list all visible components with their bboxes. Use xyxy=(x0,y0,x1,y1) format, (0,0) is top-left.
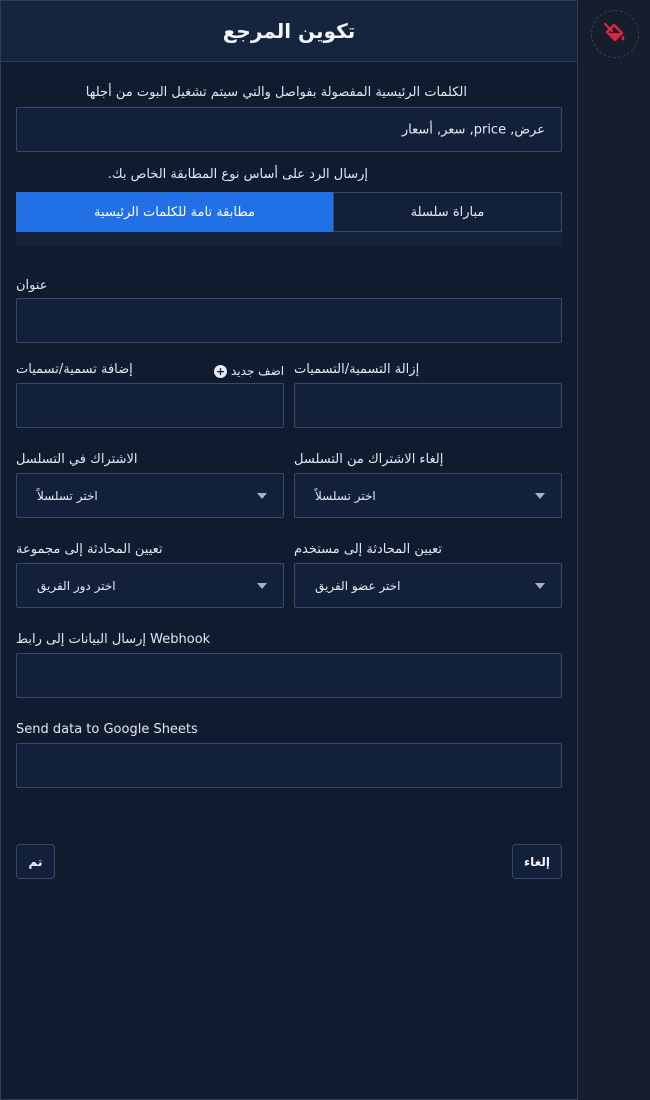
add-new-label-button[interactable]: + اضف جديد xyxy=(214,364,284,378)
unsubscribe-sequence-select[interactable]: اختر تسلسلاً xyxy=(294,473,562,518)
chevron-down-icon xyxy=(535,493,545,499)
assign-group-label: تعيين المحادثة إلى مجموعة xyxy=(16,542,163,557)
assign-group-value: اختر دور الفريق xyxy=(37,578,116,593)
subscribe-sequence-select[interactable]: اختر تسلسلاً xyxy=(16,473,284,518)
string-match-option[interactable]: مباراة سلسلة xyxy=(333,192,562,232)
right-sidebar xyxy=(578,0,650,1100)
google-sheets-input[interactable] xyxy=(16,743,562,788)
assign-group-select[interactable]: اختر دور الفريق xyxy=(16,563,284,608)
remove-labels-label: إزالة التسمية/التسميات xyxy=(294,362,420,377)
cancel-button[interactable]: إلغاء xyxy=(512,844,562,879)
title-label: عنوان xyxy=(16,278,48,293)
add-labels-label: إضافة تسمية/تسميات xyxy=(16,362,133,377)
done-button[interactable]: تم xyxy=(16,844,55,879)
chevron-down-icon xyxy=(257,583,267,589)
chevron-down-icon xyxy=(257,493,267,499)
paint-bucket-icon xyxy=(603,22,625,42)
webhook-label: إرسال البيانات إلى رابط Webhook xyxy=(16,632,211,647)
add-labels-input[interactable] xyxy=(16,383,284,428)
panel-title: تكوين المرجع xyxy=(222,19,356,43)
title-input[interactable] xyxy=(16,298,562,343)
app-logo[interactable] xyxy=(591,10,639,58)
assign-user-value: اختر عضو الفريق xyxy=(315,578,401,593)
webhook-input[interactable] xyxy=(16,653,562,698)
subscribe-sequence-value: اختر تسلسلاً xyxy=(37,488,98,503)
assign-user-select[interactable]: اختر عضو الفريق xyxy=(294,563,562,608)
keywords-value: عرض, price, سعر, أسعار xyxy=(401,122,545,137)
panel-header: تكوين المرجع xyxy=(1,1,577,62)
remove-labels-input[interactable] xyxy=(294,383,562,428)
exact-match-option[interactable]: مطابقة تامة للكلمات الرئيسية xyxy=(16,192,333,232)
add-new-text: اضف جديد xyxy=(231,364,285,378)
assign-user-label: تعيين المحادثة إلى مستخدم xyxy=(294,542,443,557)
keywords-input[interactable]: عرض, price, سعر, أسعار xyxy=(16,107,562,152)
plus-circle-icon: + xyxy=(214,364,227,378)
chevron-down-icon xyxy=(535,583,545,589)
unsubscribe-sequence-label: إلغاء الاشتراك من التسلسل xyxy=(294,452,444,467)
keywords-label: الكلمات الرئيسية المفصولة بفواصل والتي س… xyxy=(85,85,467,100)
subscribe-sequence-label: الاشتراك في التسلسل xyxy=(16,452,138,467)
unsubscribe-sequence-value: اختر تسلسلاً xyxy=(315,488,376,503)
google-sheets-label: Send data to Google Sheets xyxy=(16,722,198,737)
toggle-underlay xyxy=(16,232,562,246)
match-type-toggle: مطابقة تامة للكلمات الرئيسية مباراة سلسل… xyxy=(16,192,562,232)
match-type-label: .إرسال الرد على أساس نوع المطابقة الخاص … xyxy=(107,167,368,182)
